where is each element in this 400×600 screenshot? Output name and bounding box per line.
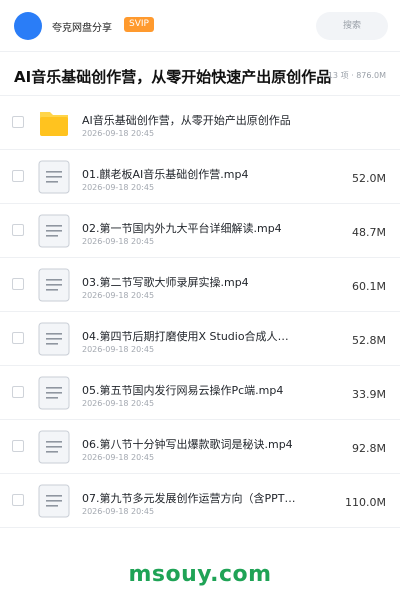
file-date: 2026-09-18 20:45 [82, 399, 155, 408]
row-checkbox[interactable] [12, 332, 24, 344]
video-file-icon [38, 160, 70, 194]
file-name[interactable]: 03.第二节写歌大师录屏实操.mp4 [82, 274, 249, 290]
file-size: 52.8M [352, 334, 386, 347]
video-file-icon [38, 484, 70, 518]
file-size: 33.9M [352, 388, 386, 401]
video-file-icon [38, 268, 70, 302]
video-file-icon [38, 430, 70, 464]
file-size: 52.0M [352, 172, 386, 185]
file-name[interactable]: 01.麒老板AI音乐基础创作营.mp4 [82, 166, 248, 182]
row-checkbox[interactable] [12, 440, 24, 452]
row-checkbox[interactable] [12, 116, 24, 128]
file-row[interactable]: 05.第五节国内发行网易云操作Pc端.mp4 2026-09-18 20:45 33… [0, 366, 400, 420]
folder-meta: 13 项 · 876.0M [327, 71, 386, 80]
file-size: 60.1M [352, 280, 386, 293]
file-row[interactable]: 03.第二节写歌大师录屏实操.mp4 2026-09-18 20:45 60.1M [0, 258, 400, 312]
file-row[interactable]: AI音乐基础创作营，从零开始产出原创作品 2026-09-18 20:45 [0, 96, 400, 150]
row-checkbox[interactable] [12, 278, 24, 290]
row-checkbox[interactable] [12, 494, 24, 506]
file-name[interactable]: 07.第九节多元发展创作运营方向（含PPT）.mp4 [82, 490, 298, 506]
file-date: 2026-09-18 20:45 [82, 507, 155, 516]
svip-badge: SVIP [124, 17, 154, 32]
avatar[interactable] [14, 12, 42, 40]
file-name[interactable]: AI音乐基础创作营，从零开始产出原创作品 [82, 112, 291, 128]
file-list: AI音乐基础创作营，从零开始产出原创作品 2026-09-18 20:45 01.麒… [0, 96, 400, 528]
file-date: 2026-09-18 20:45 [82, 237, 155, 246]
file-date: 2026-09-18 20:45 [82, 345, 155, 354]
watermark: msouy.com [128, 562, 272, 587]
file-size: 48.7M [352, 226, 386, 239]
row-checkbox[interactable] [12, 386, 24, 398]
row-checkbox[interactable] [12, 224, 24, 236]
file-date: 2026-09-18 20:45 [82, 183, 155, 192]
file-row[interactable]: 07.第九节多元发展创作运营方向（含PPT）.mp42026-09-18 20:… [0, 474, 400, 528]
row-checkbox[interactable] [12, 170, 24, 182]
file-row[interactable]: 02.第一节国内外九大平台详细解读.mp4 2026-09-18 20:45 48.… [0, 204, 400, 258]
page-title: AI音乐基础创作营，从零开始快速产出原创作品 [14, 68, 332, 86]
video-file-icon [38, 322, 70, 356]
file-date: 2026-09-18 20:45 [82, 453, 155, 462]
file-row[interactable]: 01.麒老板AI音乐基础创作营.mp4 2026-09-18 20:45 52.0M [0, 150, 400, 204]
file-size: 110.0M [345, 496, 386, 509]
folder-icon [38, 106, 70, 140]
file-name[interactable]: 05.第五节国内发行网易云操作Pc端.mp4 [82, 382, 283, 398]
file-date: 2026-09-18 20:45 [82, 291, 155, 300]
file-date: 2026-09-18 20:45 [82, 129, 155, 138]
video-file-icon [38, 376, 70, 410]
file-name[interactable]: 04.第四节后期打磨使用X Studio合成人声.mp4 [82, 328, 298, 344]
file-name[interactable]: 02.第一节国内外九大平台详细解读.mp4 [82, 220, 282, 236]
video-file-icon [38, 214, 70, 248]
file-size: 92.8M [352, 442, 386, 455]
search-input[interactable]: 搜索 [316, 12, 388, 40]
file-row[interactable]: 06.第八节十分钟写出爆款歌词是秘诀.mp4 2026-09-18 20:45 92… [0, 420, 400, 474]
sharer-name: 夸克网盘分享 [52, 23, 112, 34]
file-row[interactable]: 04.第四节后期打磨使用X Studio合成人声.mp4 2026-09-18 2… [0, 312, 400, 366]
file-name[interactable]: 06.第八节十分钟写出爆款歌词是秘诀.mp4 [82, 436, 293, 452]
header: 夸克网盘分享 SVIP 搜索 [0, 0, 400, 52]
